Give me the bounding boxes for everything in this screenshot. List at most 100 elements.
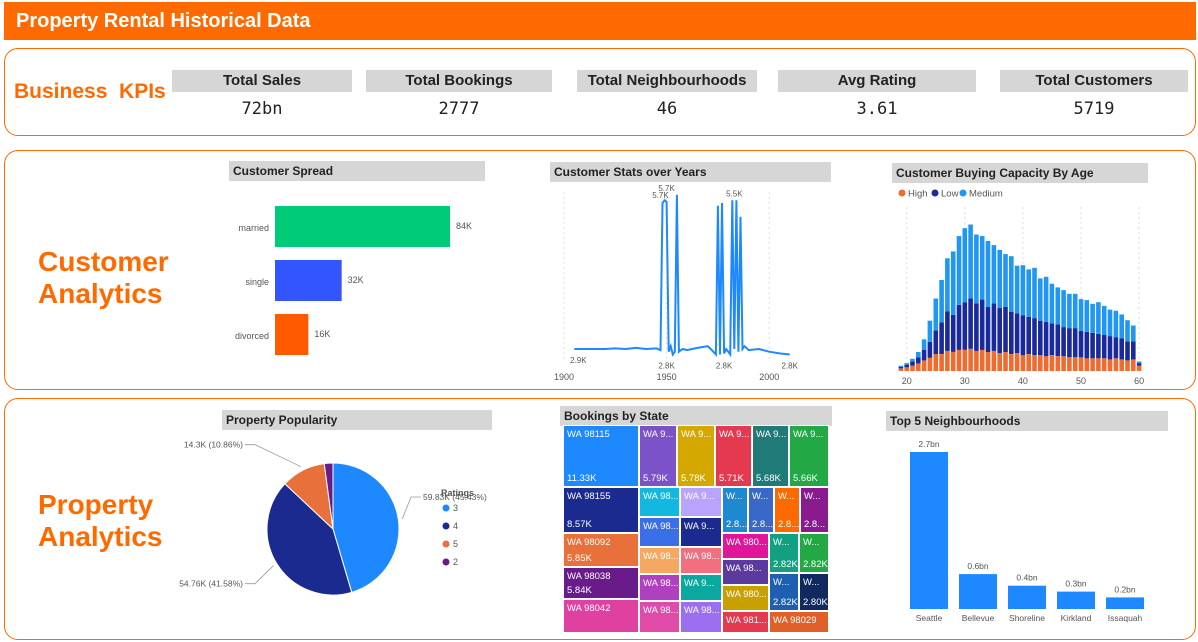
age-bar-segment[interactable] — [1014, 265, 1020, 314]
age-bar-segment[interactable] — [1084, 358, 1090, 371]
age-bar-segment[interactable] — [1113, 310, 1119, 338]
customer-spread-chart[interactable]: married 84K single 32K divorced 16K — [229, 186, 509, 366]
age-bar-segment[interactable] — [1020, 265, 1026, 316]
treemap-cell[interactable]: WA 9... 5.71K — [715, 425, 752, 487]
age-bar-segment[interactable] — [991, 245, 997, 304]
age-bar-segment[interactable] — [1119, 338, 1124, 360]
spread-bar[interactable] — [275, 260, 342, 301]
age-bar-segment[interactable] — [1003, 352, 1008, 371]
age-bar-segment[interactable] — [1107, 309, 1113, 337]
age-bar-segment[interactable] — [945, 350, 950, 371]
treemap-cell[interactable]: WA 9... — [680, 574, 722, 601]
age-bar-segment[interactable] — [1125, 320, 1130, 342]
age-bar-segment[interactable] — [904, 367, 909, 371]
age-bar-segment[interactable] — [962, 228, 968, 303]
neighbourhood-bar[interactable] — [1057, 591, 1095, 609]
age-bar-segment[interactable] — [1020, 355, 1026, 371]
age-bar-segment[interactable] — [1049, 355, 1055, 371]
treemap-cell[interactable]: W... 2.8... — [774, 487, 800, 533]
treemap-cell[interactable]: WA 98092 5.85K — [563, 533, 639, 567]
age-bar-segment[interactable] — [927, 320, 933, 342]
treemap-cell[interactable]: W... 2.82K — [769, 573, 799, 611]
age-bar-segment[interactable] — [1101, 358, 1107, 371]
treemap-cell[interactable]: WA 98115 11.33K — [563, 425, 639, 487]
age-bar-segment[interactable] — [910, 365, 915, 371]
age-bar-segment[interactable] — [974, 350, 979, 371]
age-bar-segment[interactable] — [1003, 307, 1008, 352]
age-bar-segment[interactable] — [1049, 283, 1055, 324]
treemap-cell[interactable]: WA 9... 5.68K — [752, 425, 789, 487]
age-bar-segment[interactable] — [1032, 355, 1037, 371]
age-bar-segment[interactable] — [1078, 299, 1084, 331]
age-bar-segment[interactable] — [1078, 357, 1084, 371]
age-bar-segment[interactable] — [1131, 325, 1136, 342]
age-bar-segment[interactable] — [991, 303, 997, 351]
treemap-cell[interactable]: W... 2.80K — [799, 573, 829, 611]
age-bar-segment[interactable] — [997, 353, 1002, 371]
age-bar-segment[interactable] — [1009, 256, 1014, 312]
age-bar-segment[interactable] — [904, 363, 909, 365]
treemap-cell[interactable]: WA 9... — [680, 517, 722, 547]
treemap-cell[interactable]: WA 98... — [639, 601, 680, 633]
age-bar-segment[interactable] — [991, 350, 997, 371]
treemap-cell[interactable]: WA 98... — [639, 547, 680, 574]
treemap-cell[interactable]: WA 9... — [680, 487, 722, 517]
age-bar-segment[interactable] — [968, 298, 973, 349]
treemap-cell[interactable]: WA 9... 5.79K — [639, 425, 677, 487]
age-bar-segment[interactable] — [916, 352, 921, 358]
age-bar-segment[interactable] — [1090, 303, 1095, 333]
treemap-cell[interactable]: WA 98... — [722, 559, 769, 585]
treemap-cell[interactable]: W... 2.8... — [722, 487, 748, 533]
age-bar-segment[interactable] — [1125, 341, 1130, 361]
age-bar-segment[interactable] — [939, 354, 944, 371]
age-bar-segment[interactable] — [974, 234, 979, 304]
age-bar-segment[interactable] — [933, 330, 939, 355]
age-bar-segment[interactable] — [1072, 328, 1078, 358]
age-bar-segment[interactable] — [1061, 290, 1066, 328]
age-bar-segment[interactable] — [1026, 354, 1031, 371]
age-bar-segment[interactable] — [921, 339, 927, 350]
age-bar-segment[interactable] — [1032, 267, 1037, 319]
treemap-cell[interactable]: WA 98... — [639, 487, 680, 517]
age-bar-segment[interactable] — [933, 354, 939, 371]
treemap-cell[interactable]: WA 9... 5.66K — [789, 425, 829, 487]
age-bar-segment[interactable] — [974, 303, 979, 351]
age-bar-segment[interactable] — [927, 341, 933, 358]
treemap-cell[interactable]: WA 98... — [680, 601, 722, 633]
buying-capacity-chart[interactable]: High Low Medium 20 30 40 50 60 — [892, 185, 1152, 389]
age-bar-segment[interactable] — [1096, 334, 1101, 359]
age-bar-segment[interactable] — [979, 349, 985, 371]
bookings-state-treemap[interactable]: WA 98115 11.33K WA 98155 8.57K WA 98092 5.85K… — [563, 425, 829, 633]
age-bar-segment[interactable] — [956, 304, 962, 350]
age-bar-segment[interactable] — [1107, 359, 1113, 371]
age-bar-segment[interactable] — [1055, 287, 1061, 325]
property-popularity-chart[interactable]: 59.83K (45.43%)54.76K (41.58%)14.3K (10.… — [179, 432, 502, 632]
age-bar-segment[interactable] — [997, 308, 1002, 353]
age-bar-segment[interactable] — [1067, 293, 1072, 329]
age-bar-segment[interactable] — [898, 368, 904, 371]
age-bar-segment[interactable] — [1026, 317, 1031, 354]
age-bar-segment[interactable] — [1084, 300, 1090, 332]
age-bar-segment[interactable] — [956, 236, 962, 305]
age-bar-segment[interactable] — [933, 298, 939, 331]
age-bar-segment[interactable] — [939, 280, 944, 323]
treemap-cell[interactable]: W... 2.82K — [799, 533, 829, 573]
age-bar-segment[interactable] — [1043, 276, 1049, 322]
age-bar-segment[interactable] — [1119, 314, 1124, 339]
treemap-cell[interactable]: W... 2.8... — [800, 487, 829, 533]
age-bar-segment[interactable] — [1061, 327, 1066, 357]
age-bar-segment[interactable] — [1049, 323, 1055, 356]
neighbourhood-bar[interactable] — [1106, 597, 1144, 609]
age-bar-segment[interactable] — [910, 358, 915, 362]
customer-stats-chart[interactable]: 1900 1950 20002.9K5.7K5.7K 5.5K2.8K 2.8K 2.8K — [550, 184, 840, 388]
age-bar-segment[interactable] — [916, 363, 921, 371]
age-bar-segment[interactable] — [945, 258, 950, 312]
age-bar-segment[interactable] — [1119, 359, 1124, 371]
spread-bar[interactable] — [275, 206, 450, 247]
age-bar-segment[interactable] — [1038, 278, 1043, 321]
age-bar-segment[interactable] — [968, 224, 973, 299]
age-bar-segment[interactable] — [1113, 358, 1119, 371]
neighbourhood-bar[interactable] — [910, 452, 948, 609]
treemap-cell[interactable]: WA 98038 5.84K — [563, 567, 639, 599]
age-bar-segment[interactable] — [1020, 315, 1026, 356]
